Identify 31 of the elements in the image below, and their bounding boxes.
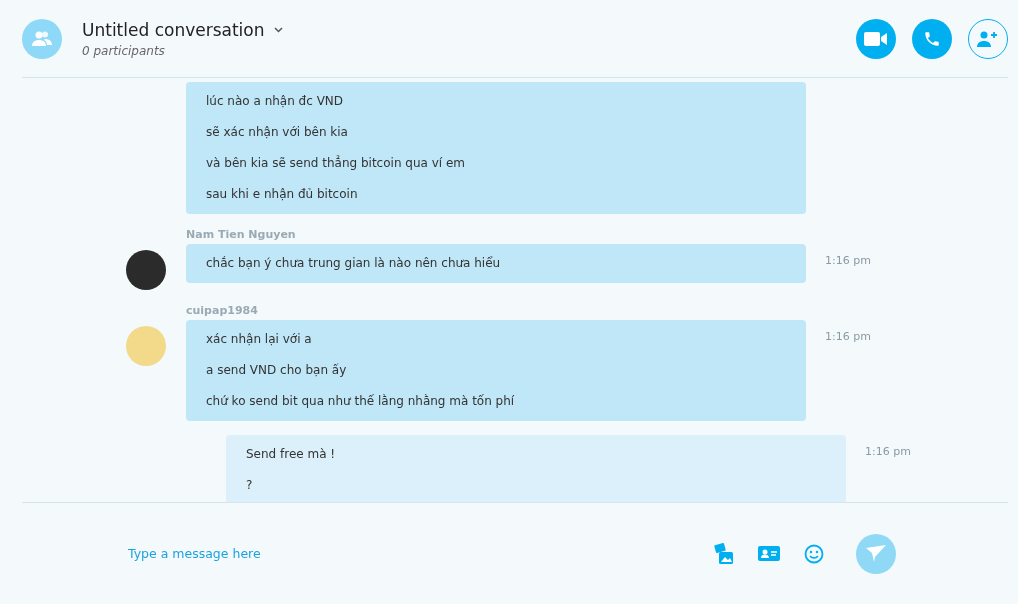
- message-text: sẽ xác nhận với bên kia: [206, 124, 349, 141]
- avatar-photo[interactable]: [126, 250, 166, 290]
- message-text: Send free mà !: [246, 446, 337, 463]
- phone-icon: [923, 29, 941, 48]
- caret-icon[interactable]: [273, 26, 283, 33]
- sender-name: cuipap1984: [186, 304, 259, 319]
- timestamp: 1:16 pm: [825, 330, 871, 343]
- participants-count: 0 participants: [82, 43, 166, 58]
- emoji-icon[interactable]: [804, 543, 824, 564]
- message-text: và bên kia sẽ send thẳng bitcoin qua ví em: [206, 154, 467, 172]
- conversation-title[interactable]: Untitled conversation: [82, 19, 265, 40]
- message-input[interactable]: Type a message here: [126, 545, 714, 562]
- image-icon[interactable]: [714, 542, 734, 565]
- message-text: sau khi e nhận đủ bitcoin: [206, 186, 359, 203]
- timestamp: 1:16 pm: [825, 254, 871, 267]
- message-text: a send VND cho bạn ấy: [206, 362, 348, 379]
- video-camera-icon: [864, 31, 888, 46]
- people-icon: [31, 30, 53, 47]
- send-icon: [866, 544, 886, 563]
- timestamp: 1:16 pm: [865, 445, 911, 458]
- message-text: chắc bạn ý chưa trung gian là nào nên chưa hiểu: [206, 255, 502, 272]
- add-person-icon: [977, 29, 999, 48]
- message-text: lúc nào a nhận đc VND: [206, 93, 345, 110]
- audio-call-button[interactable]: [912, 18, 952, 59]
- video-call-button[interactable]: [856, 18, 896, 59]
- message-text: chứ ko send bit qua như thế lằng nhằng mà tốn phí: [206, 393, 516, 410]
- send-button[interactable]: [856, 533, 896, 574]
- contact-card-icon[interactable]: [758, 546, 780, 561]
- sender-name: Nam Tien Nguyen: [186, 228, 297, 243]
- message-text: ?: [246, 477, 254, 494]
- message-text: xác nhận lại với a: [206, 331, 313, 348]
